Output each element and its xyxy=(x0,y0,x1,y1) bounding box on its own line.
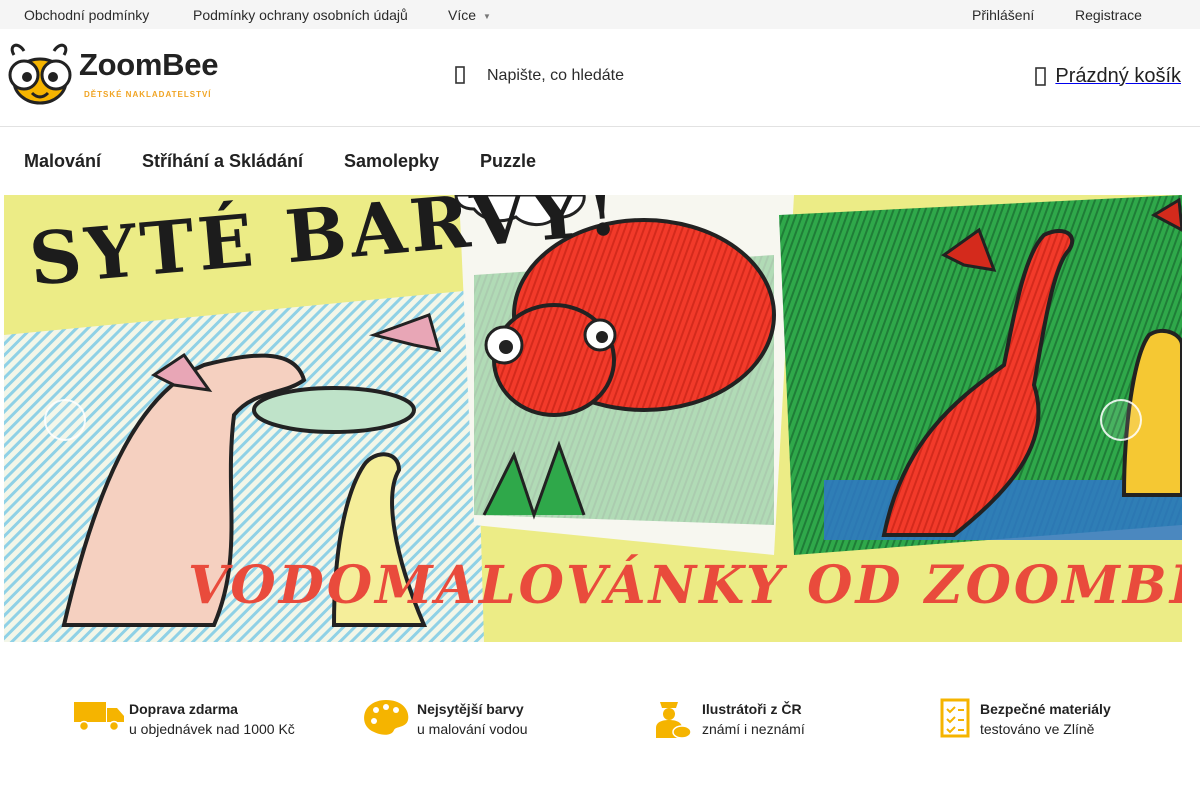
search-icon[interactable] xyxy=(454,65,468,85)
slider-next-button[interactable] xyxy=(1100,399,1142,441)
top-bar: Obchodní podmínky Podmínky ochrany osobn… xyxy=(0,0,1200,29)
banner-footer-text: VODOMALOVÁNKY OD ZOOMBEE! xyxy=(188,555,1182,616)
search-input[interactable] xyxy=(487,63,707,89)
site-header: ZoomBee DĚTSKÉ NAKLADATELSTVÍ Prázdný ko… xyxy=(0,29,1200,127)
benefit-illustrators: Ilustrátoři z ČR známí i neznámí xyxy=(652,696,852,740)
illustrator-icon xyxy=(656,702,692,739)
benefits-strip: Doprava zdarma u objednávek nad 1000 Kč … xyxy=(0,690,1200,750)
benefit-colors: Nejsytější barvy u malování vodou xyxy=(362,696,572,740)
benefit-subtitle: u objednávek nad 1000 Kč xyxy=(129,721,295,737)
category-malovani[interactable]: Malování xyxy=(24,151,101,172)
category-puzzle[interactable]: Puzzle xyxy=(480,151,536,172)
category-samolepky[interactable]: Samolepky xyxy=(344,151,439,172)
benefit-title: Ilustrátoři z ČR xyxy=(702,701,802,717)
benefit-title: Doprava zdarma xyxy=(129,701,238,717)
benefit-shipping: Doprava zdarma u objednávek nad 1000 Kč xyxy=(74,696,314,740)
cart-button[interactable]: Prázdný košík xyxy=(1035,65,1181,89)
slider-prev-button[interactable] xyxy=(44,399,86,441)
benefit-title: Bezpečné materiály xyxy=(980,701,1111,717)
benefit-materials: Bezpečné materiály testováno ve Zlíně xyxy=(940,696,1140,740)
category-strihani[interactable]: Stříhání a Skládání xyxy=(142,151,303,172)
checklist-icon xyxy=(940,698,970,738)
palette-icon xyxy=(364,700,409,735)
register-link[interactable]: Registrace xyxy=(1075,7,1142,23)
search-box xyxy=(454,63,714,89)
benefit-title: Nejsytější barvy xyxy=(417,701,524,717)
logo-subtitle: DĚTSKÉ NAKLADATELSTVÍ xyxy=(84,90,212,99)
benefit-subtitle: u malování vodou xyxy=(417,721,528,737)
logo[interactable]: ZoomBee DĚTSKÉ NAKLADATELSTVÍ xyxy=(4,43,224,107)
cart-icon xyxy=(1035,67,1047,86)
benefit-subtitle: testováno ve Zlíně xyxy=(980,721,1095,737)
login-link[interactable]: Přihlášení xyxy=(972,7,1034,23)
more-label: Více xyxy=(448,7,477,23)
chevron-down-icon: ▼ xyxy=(483,12,491,21)
category-nav: Malování Stříhání a Skládání Samolepky P… xyxy=(0,127,1200,195)
privacy-link[interactable]: Podmínky ochrany osobních údajů xyxy=(193,7,408,23)
hero-banner[interactable]: SYTÉ BARVY! VODOMALOVÁNKY OD ZOOMBEE! xyxy=(4,195,1182,642)
truck-icon xyxy=(74,702,124,732)
terms-link[interactable]: Obchodní podmínky xyxy=(24,7,149,23)
cart-label: Prázdný košík xyxy=(1055,65,1181,87)
benefit-subtitle: známí i neznámí xyxy=(702,721,805,737)
bee-logo-icon xyxy=(8,43,72,105)
more-menu[interactable]: Více ▼ xyxy=(448,7,491,23)
logo-text: ZoomBee xyxy=(79,47,219,82)
